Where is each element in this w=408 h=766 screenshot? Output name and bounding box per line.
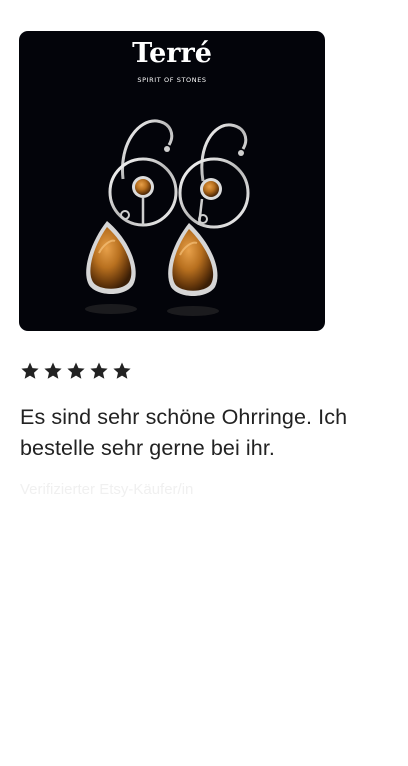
- review-text: Es sind sehr schöne Ohrringe. Ich bestel…: [20, 405, 348, 460]
- reviewer-label: Verifizierter Etsy-Käufer/in: [20, 481, 194, 498]
- star-icon: [44, 362, 62, 379]
- star-icon: [67, 362, 85, 379]
- brand-logo-text: Terré: [132, 38, 212, 69]
- review-card: Terré SPIRIT OF STONES Es sind sehr schö…: [0, 0, 408, 766]
- brand-logo: Terré SPIRIT OF STONES: [132, 38, 212, 84]
- brand-logo-tagline: SPIRIT OF STONES: [137, 76, 206, 84]
- right-earring: [168, 123, 250, 296]
- left-earring: [86, 119, 178, 294]
- star-rating: [20, 361, 132, 381]
- product-photo[interactable]: Terré SPIRIT OF STONES: [19, 31, 325, 331]
- star-icon: [90, 362, 108, 379]
- star-icon: [21, 362, 39, 379]
- earrings-image: Terré SPIRIT OF STONES: [85, 38, 250, 316]
- star-icon: [113, 362, 131, 379]
